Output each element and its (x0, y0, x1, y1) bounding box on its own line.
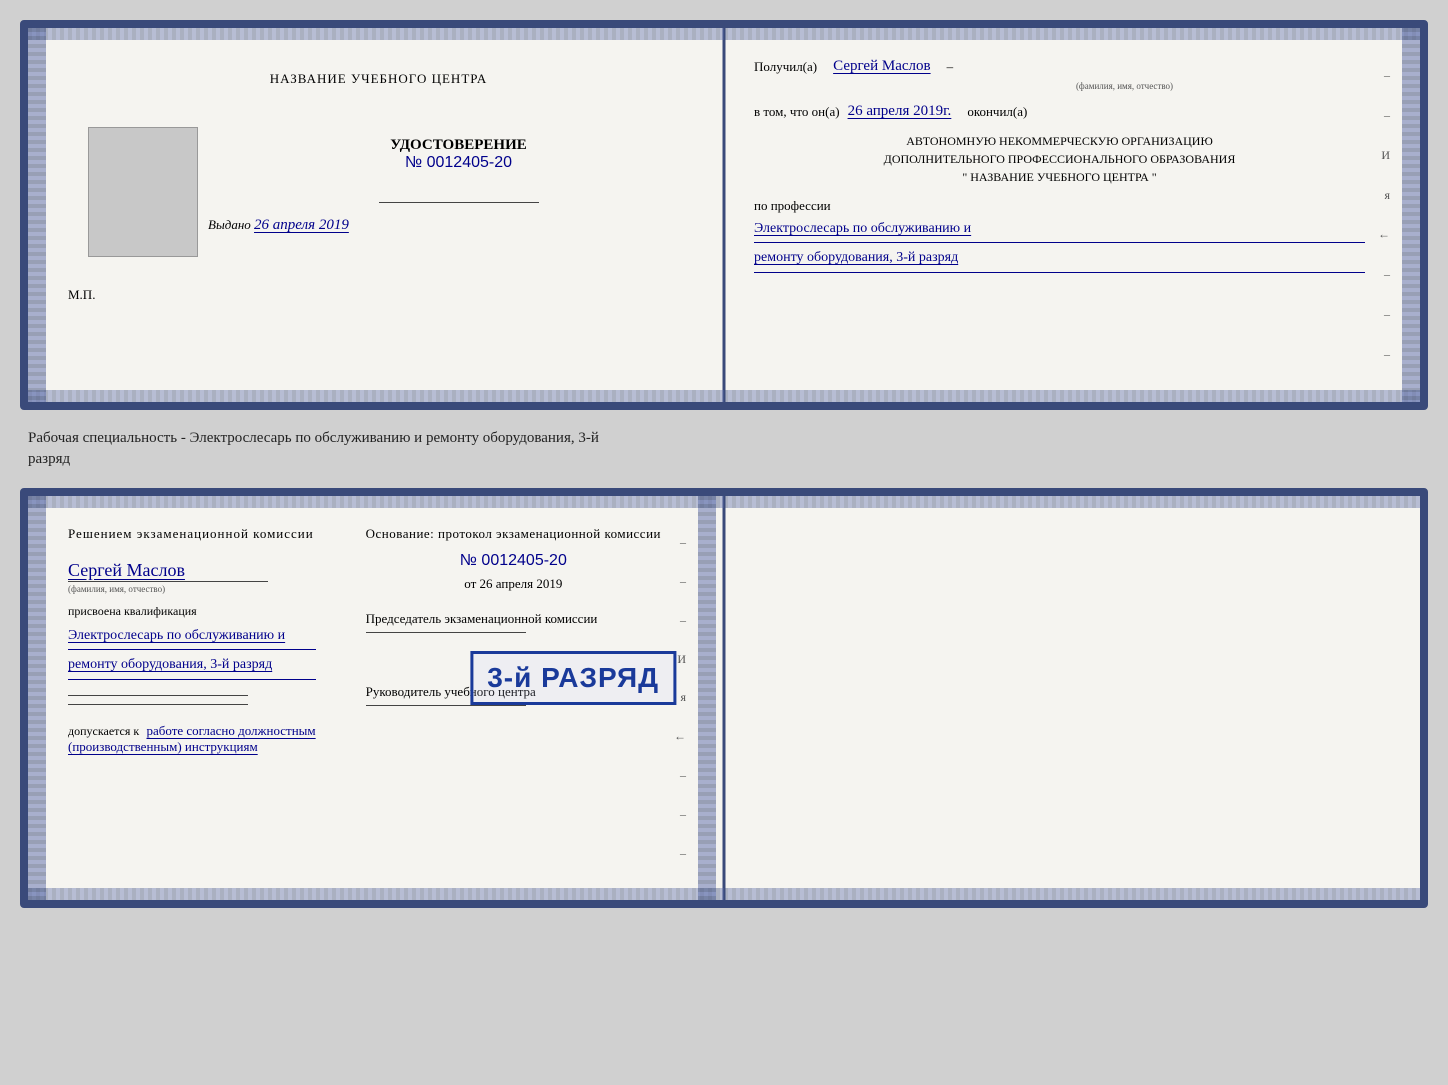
dash-2: – (1378, 108, 1395, 123)
admitted-block: допускается к работе согласно должностны… (68, 723, 316, 755)
qualification-line1: Электрослесарь по обслуживанию и (68, 625, 316, 650)
in-that-line: в том, что он(а) 26 апреля 2019г. окончи… (754, 103, 1395, 120)
org-line1: АВТОНОМНУЮ НЕКОММЕРЧЕСКУЮ ОРГАНИЗАЦИЮ (754, 132, 1365, 150)
profession-block: Электрослесарь по обслуживанию и ремонту… (754, 218, 1365, 273)
r-dash-9: – (674, 846, 691, 861)
r-dash-8: – (674, 807, 691, 822)
person-subtitle: (фамилия, имя, отчество) (68, 584, 316, 594)
mp-label: М.П. (68, 287, 709, 303)
qualification-line2: ремонту оборудования, 3-й разряд (68, 654, 316, 679)
received-line: Получил(а) Сергей Маслов – (754, 58, 1395, 75)
org-name-block: АВТОНОМНУЮ НЕКОММЕРЧЕСКУЮ ОРГАНИЗАЦИЮ ДО… (754, 132, 1365, 186)
cert2-left: Решением экзаменационной комиссии Сергей… (28, 496, 341, 900)
between-label: Рабочая специальность - Электрослесарь п… (24, 420, 1428, 478)
dash-separator: – (947, 59, 954, 75)
cert1-right: – – И я ← – – – Получил(а) Сергей Маслов… (729, 28, 1420, 402)
profession-label: по профессии (754, 198, 1395, 214)
completion-date: 26 апреля 2019г. (848, 103, 952, 120)
photo-placeholder (88, 127, 198, 257)
director-sig-line (366, 705, 526, 706)
org-title-label: НАЗВАНИЕ УЧЕБНОГО ЦЕНТРА (270, 71, 487, 87)
dash-5: ← (1378, 227, 1395, 242)
right-strip-2 (698, 496, 716, 900)
recipient-subtitle: (фамилия, имя, отчество) (854, 81, 1395, 91)
dash-7: – (1378, 307, 1395, 322)
dash-1: – (1378, 68, 1395, 83)
r-dash-6: ← (674, 729, 691, 744)
stamp-text: 3-й РАЗРЯД (487, 662, 659, 694)
sig-lines-left (68, 695, 316, 705)
stamp-box: 3-й РАЗРЯД (470, 651, 676, 705)
between-line1: Рабочая специальность - Электрослесарь п… (28, 428, 1424, 449)
r-dash-5: я (674, 690, 691, 705)
assigned-label: присвоена квалификация (68, 604, 316, 619)
cert2-number: № 0012405-20 (366, 552, 661, 570)
r-dash-4: И (674, 652, 691, 667)
left-strip (28, 28, 46, 402)
profession-line1: Электрослесарь по обслуживанию и (754, 218, 1365, 243)
in-that-label: в том, что он(а) (754, 104, 840, 120)
certificate-card-1: НАЗВАНИЕ УЧЕБНОГО ЦЕНТРА УДОСТОВЕРЕНИЕ №… (20, 20, 1428, 410)
admitted-value2: (производственным) инструкциям (68, 739, 316, 755)
left-strip-2 (28, 496, 46, 900)
chairman-sig-line (366, 632, 526, 633)
recipient-name: Сергей Маслов (833, 58, 930, 75)
profession-line2: ремонту оборудования, 3-й разряд (754, 247, 1365, 272)
right-strip (1402, 28, 1420, 402)
r-dash-7: – (674, 768, 691, 783)
org-name: " НАЗВАНИЕ УЧЕБНОГО ЦЕНТРА " (754, 168, 1365, 186)
admitted-label: допускается к (68, 724, 139, 738)
r-dash-1: – (674, 535, 691, 550)
qualification-block: Электрослесарь по обслуживанию и ремонту… (68, 625, 316, 680)
chairman-role: Председатель экзаменационной комиссии (366, 610, 661, 628)
commission-title: Решением экзаменационной комиссии (68, 526, 316, 542)
r-dash-3: – (674, 613, 691, 628)
between-line2: разряд (28, 449, 1424, 470)
basis-label: Основание: протокол экзаменационной коми… (366, 526, 661, 542)
r-dash-2: – (674, 574, 691, 589)
cert2-right: – – – И я ← – – – Основание: протокол эк… (341, 496, 716, 900)
dash-4: я (1378, 188, 1395, 203)
received-label: Получил(а) (754, 59, 817, 75)
doc-number: № 0012405-20 (405, 154, 512, 172)
certificate-card-2: Решением экзаменационной комиссии Сергей… (20, 488, 1428, 908)
dash-3: И (1378, 148, 1395, 163)
org-line2: ДОПОЛНИТЕЛЬНОГО ПРОФЕССИОНАЛЬНОГО ОБРАЗО… (754, 150, 1365, 168)
admitted-value: работе согласно должностным (146, 723, 315, 738)
page-wrapper: НАЗВАНИЕ УЧЕБНОГО ЦЕНТРА УДОСТОВЕРЕНИЕ №… (20, 20, 1428, 908)
person-name: Сергей Маслов (68, 560, 316, 581)
dash-8: – (1378, 347, 1395, 362)
dash-6: – (1378, 267, 1395, 282)
completed-label: окончил(а) (967, 104, 1027, 120)
cert2-date: от 26 апреля 2019 (366, 576, 661, 592)
cert1-left: НАЗВАНИЕ УЧЕБНОГО ЦЕНТРА УДОСТОВЕРЕНИЕ №… (28, 28, 729, 402)
issued-field: Выдано 26 апреля 2019 (208, 217, 349, 234)
chairman-block: Председатель экзаменационной комиссии (366, 610, 661, 633)
doc-title: УДОСТОВЕРЕНИЕ (390, 137, 527, 154)
person-block: Сергей Маслов (фамилия, имя, отчество) (68, 560, 316, 594)
